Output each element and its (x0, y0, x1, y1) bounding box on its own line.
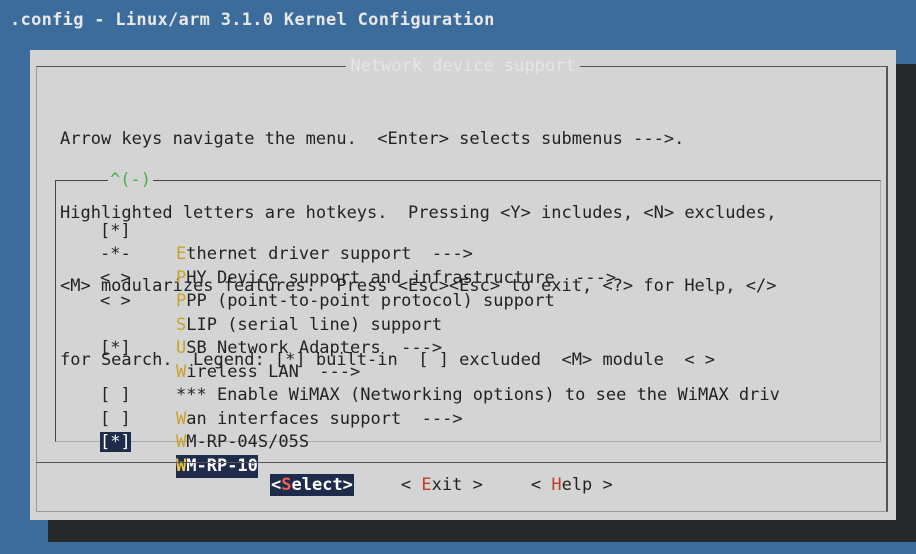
menu-item-mark[interactable]: [*] (100, 431, 170, 455)
menu-item-text: M-RP-10 (186, 455, 258, 476)
button-text: elect> (291, 475, 353, 495)
menu-item-phy-device[interactable]: -*- PHY Device support and infrastructur… (100, 220, 870, 288)
button-hotkey: E (421, 475, 432, 495)
menu-item-ethernet[interactable]: [*] Ethernet driver support ---> (100, 196, 870, 265)
menu-item-wireless-lan[interactable]: [*] Wireless LAN ---> (100, 314, 870, 382)
button-bar: <Select> < Exit > < Help > (270, 474, 614, 496)
menu-item-hotkey: W (176, 432, 187, 452)
menu-item-wm-rp-04s[interactable]: [ ] WM-RP-04S/05S (100, 384, 870, 453)
menu-item-ppp[interactable]: < > PPP (point-to-point protocol) suppor… (100, 243, 870, 312)
help-line: Arrow keys navigate the menu. <Enter> se… (60, 129, 685, 149)
menu-item-label: WM-RP-04S/05S (176, 431, 309, 455)
window-title: .config - Linux/arm 3.1.0 Kernel Configu… (10, 10, 495, 30)
button-separator (36, 462, 888, 463)
button-text: elp > (561, 475, 613, 495)
selected-mark[interactable]: [*] (100, 432, 131, 452)
menu-item-text: M-RP-04S/05S (186, 432, 310, 452)
menu-item-usb-network[interactable]: USB Network Adapters ---> (100, 290, 870, 358)
button-hotkey: H (551, 475, 562, 495)
button-bracket: < (400, 475, 422, 495)
help-button[interactable]: < Help > (530, 474, 614, 496)
menu-item-label: WM-RP-10 (176, 454, 258, 478)
button-hotkey: S (281, 475, 292, 495)
scroll-up-indicator: ^(-) (108, 170, 153, 190)
exit-button[interactable]: < Exit > (400, 474, 484, 496)
menuconfig-dialog: Network device support Arrow keys naviga… (30, 50, 896, 520)
menu-item-wm-rp-10[interactable]: [*] WM-RP-10 (100, 408, 870, 478)
select-button[interactable]: <Select> (270, 474, 354, 496)
button-bracket: < (530, 475, 552, 495)
menu-item-wan-interfaces[interactable]: [ ] Wan interfaces support ---> (100, 361, 870, 429)
button-bracket: < (271, 475, 282, 495)
menu-list: [*] Ethernet driver support ---> -*- PHY… (100, 196, 870, 478)
menu-item-slip[interactable]: < > SLIP (serial line) support (100, 267, 870, 335)
menu-item-wimax-comment: *** Enable WiMAX (Networking options) to… (100, 337, 870, 405)
button-text: xit > (431, 475, 483, 495)
menu-item-hotkey: W (176, 455, 187, 476)
